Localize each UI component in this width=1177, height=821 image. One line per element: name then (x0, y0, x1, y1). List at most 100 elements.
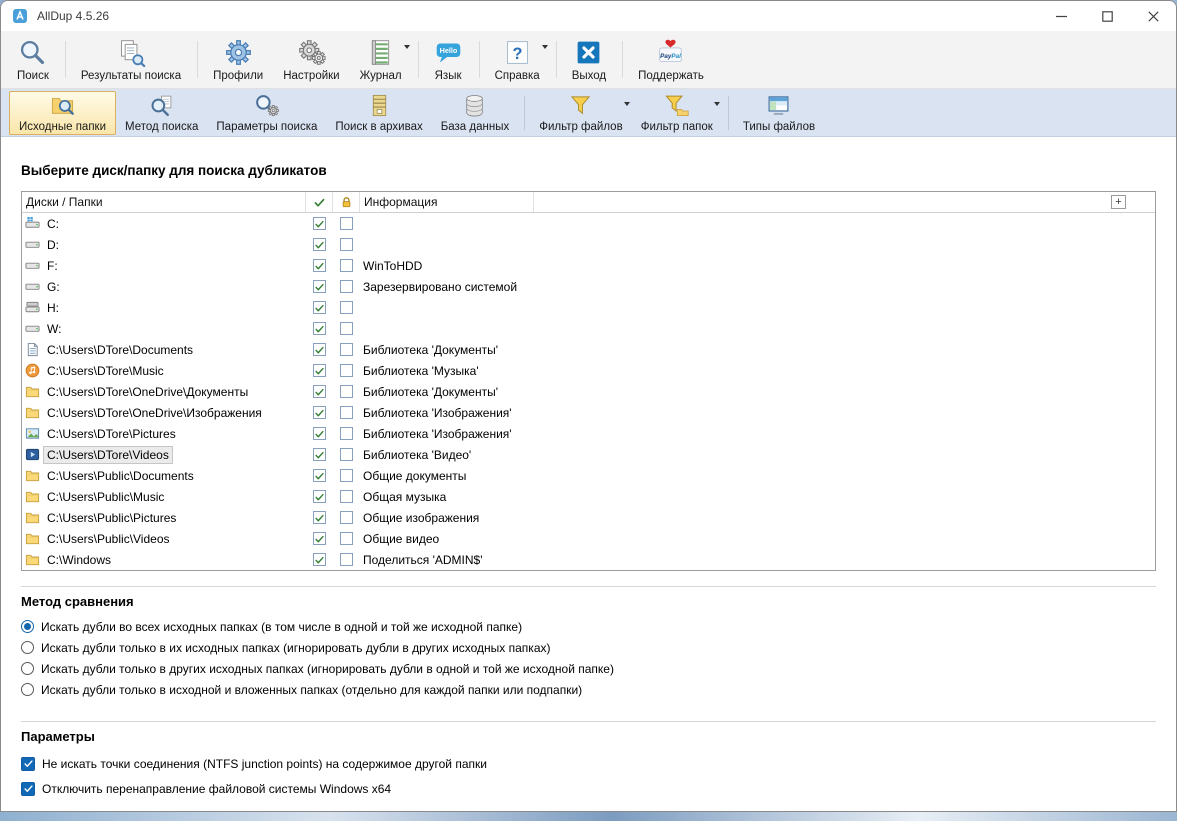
include-checkbox[interactable] (313, 280, 326, 293)
path-label[interactable]: C:\Windows (44, 552, 114, 568)
path-label[interactable]: C: (44, 216, 62, 232)
parameter-checkbox[interactable] (21, 781, 35, 796)
protect-checkbox[interactable] (340, 259, 353, 272)
path-label[interactable]: D: (44, 237, 62, 253)
dropdown-arrow-icon[interactable] (713, 101, 720, 106)
protect-checkbox[interactable] (340, 322, 353, 335)
toolbar-button[interactable]: Справка (485, 34, 557, 85)
toolbar-button[interactable]: Журнал (350, 34, 419, 85)
search-toolbar-button[interactable]: Параметры поиска (207, 91, 326, 135)
toolbar-button[interactable]: Профили (203, 34, 273, 85)
table-row[interactable]: C:\Users\DTore\OneDrive\Документы Библио… (22, 381, 1155, 402)
include-checkbox[interactable] (313, 490, 326, 503)
protect-checkbox[interactable] (340, 532, 353, 545)
include-checkbox[interactable] (313, 469, 326, 482)
table-row[interactable]: G: Зарезервировано системой (22, 276, 1155, 297)
maximize-button[interactable] (1084, 1, 1130, 31)
table-row[interactable]: C: (22, 213, 1155, 234)
search-toolbar-button[interactable]: Фильтр папок (632, 91, 729, 135)
table-row[interactable]: C:\Users\DTore\OneDrive\Изображения Библ… (22, 402, 1155, 423)
minimize-button[interactable] (1038, 1, 1084, 31)
radio-button[interactable] (21, 641, 34, 654)
compare-method-option[interactable]: Искать дубли только в других исходных па… (21, 658, 1156, 679)
protect-checkbox[interactable] (340, 301, 353, 314)
table-row[interactable]: H: (22, 297, 1155, 318)
compare-method-option[interactable]: Искать дубли во всех исходных папках (в … (21, 616, 1156, 637)
path-label[interactable]: C:\Users\DTore\OneDrive\Изображения (44, 405, 265, 421)
search-toolbar-button[interactable]: Исходные папки (9, 90, 117, 135)
include-checkbox[interactable] (313, 406, 326, 419)
column-header-protect[interactable] (333, 192, 360, 212)
include-checkbox[interactable] (313, 532, 326, 545)
table-row[interactable]: F: WinToHDD (22, 255, 1155, 276)
table-row[interactable]: C:\Users\Public\Videos Общие видео (22, 528, 1155, 549)
table-row[interactable]: C:\Users\DTore\Pictures Библиотека 'Изоб… (22, 423, 1155, 444)
path-label[interactable]: C:\Users\DTore\Documents (44, 342, 196, 358)
search-toolbar-button[interactable]: Фильтр файлов (530, 91, 631, 135)
path-label[interactable]: H: (44, 300, 62, 316)
toolbar-button[interactable]: Настройки (273, 34, 349, 85)
include-checkbox[interactable] (313, 322, 326, 335)
table-row[interactable]: C:\Users\DTore\Music Библиотека 'Музыка' (22, 360, 1155, 381)
table-row[interactable]: C:\Users\DTore\Videos Библиотека 'Видео' (22, 444, 1155, 465)
toolbar-button[interactable]: Поддержать (628, 34, 714, 85)
protect-checkbox[interactable] (340, 406, 353, 419)
protect-checkbox[interactable] (340, 280, 353, 293)
path-label[interactable]: C:\Users\Public\Videos (44, 531, 173, 547)
protect-checkbox[interactable] (340, 427, 353, 440)
toolbar-button[interactable]: Выход (562, 34, 624, 85)
table-row[interactable]: W: (22, 318, 1155, 339)
protect-checkbox[interactable] (340, 217, 353, 230)
radio-button[interactable] (21, 620, 34, 633)
table-row[interactable]: D: (22, 234, 1155, 255)
include-checkbox[interactable] (313, 427, 326, 440)
compare-method-option[interactable]: Искать дубли только в их исходных папках… (21, 637, 1156, 658)
include-checkbox[interactable] (313, 301, 326, 314)
close-button[interactable] (1130, 1, 1176, 31)
include-checkbox[interactable] (313, 217, 326, 230)
protect-checkbox[interactable] (340, 343, 353, 356)
dropdown-arrow-icon[interactable] (623, 101, 630, 106)
table-row[interactable]: C:\Users\Public\Music Общая музыка (22, 486, 1155, 507)
protect-checkbox[interactable] (340, 364, 353, 377)
parameter-checkbox[interactable] (21, 756, 35, 771)
table-row[interactable]: C:\Users\Public\Documents Общие документ… (22, 465, 1155, 486)
include-checkbox[interactable] (313, 553, 326, 566)
search-toolbar-button[interactable]: Типы файлов (734, 91, 824, 135)
table-row[interactable]: C:\Windows Поделиться 'ADMIN$' (22, 549, 1155, 570)
table-row[interactable]: C:\Users\DTore\Documents Библиотека 'Док… (22, 339, 1155, 360)
include-checkbox[interactable] (313, 385, 326, 398)
toolbar-button[interactable]: Результаты поиска (71, 34, 199, 85)
path-label[interactable]: C:\Users\Public\Music (44, 489, 167, 505)
search-toolbar-button[interactable]: Метод поиска (116, 91, 207, 135)
protect-checkbox[interactable] (340, 553, 353, 566)
dropdown-arrow-icon[interactable] (541, 45, 548, 49)
include-checkbox[interactable] (313, 511, 326, 524)
path-label[interactable]: C:\Users\Public\Documents (44, 468, 197, 484)
toolbar-button[interactable]: Поиск (7, 34, 66, 85)
include-checkbox[interactable] (313, 259, 326, 272)
column-header-info[interactable]: Информация (360, 192, 534, 212)
include-checkbox[interactable] (313, 343, 326, 356)
column-header-folders[interactable]: Диски / Папки (22, 192, 306, 212)
path-label[interactable]: C:\Users\DTore\OneDrive\Документы (44, 384, 251, 400)
path-label[interactable]: F: (44, 258, 61, 274)
compare-method-option[interactable]: Искать дубли только в исходной и вложенн… (21, 679, 1156, 700)
parameter-option[interactable]: Не искать точки соединения (NTFS junctio… (21, 751, 1156, 776)
search-toolbar-button[interactable]: База данных (432, 91, 525, 135)
path-label[interactable]: W: (44, 321, 64, 337)
include-checkbox[interactable] (313, 238, 326, 251)
search-toolbar-button[interactable]: Поиск в архивах (326, 91, 431, 135)
path-label[interactable]: C:\Users\Public\Pictures (44, 510, 179, 526)
column-header-include[interactable] (306, 192, 333, 212)
include-checkbox[interactable] (313, 364, 326, 377)
protect-checkbox[interactable] (340, 238, 353, 251)
path-label[interactable]: C:\Users\DTore\Videos (43, 445, 173, 464)
dropdown-arrow-icon[interactable] (403, 45, 410, 49)
parameter-option[interactable]: Отключить перенаправление файловой систе… (21, 776, 1156, 801)
radio-button[interactable] (21, 662, 34, 675)
toolbar-button[interactable]: Язык (424, 34, 480, 85)
protect-checkbox[interactable] (340, 469, 353, 482)
radio-button[interactable] (21, 683, 34, 696)
include-checkbox[interactable] (313, 448, 326, 461)
